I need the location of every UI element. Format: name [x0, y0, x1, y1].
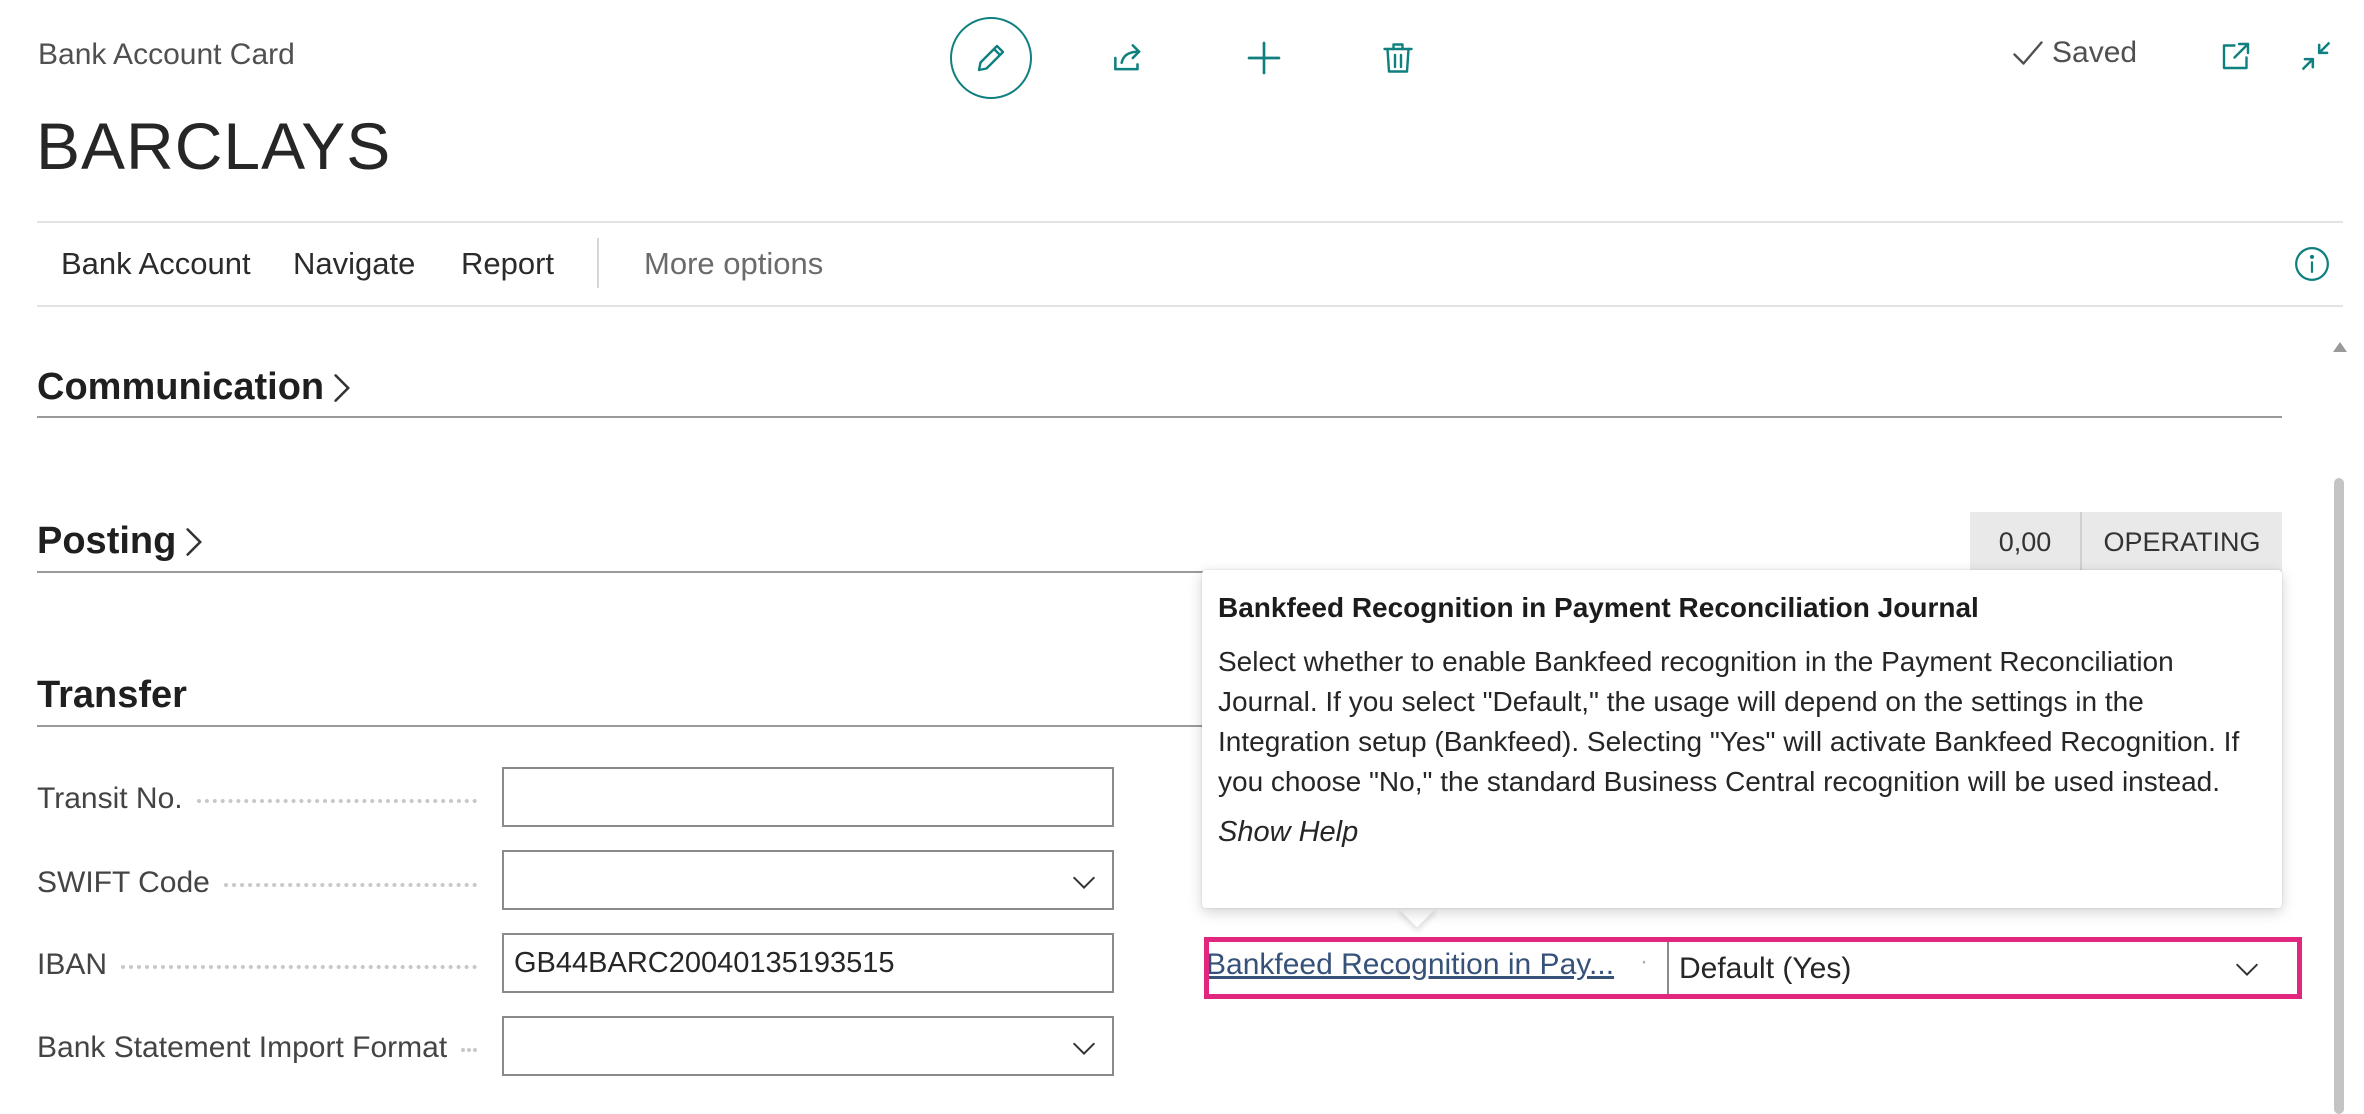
action-more-options[interactable]: More options	[644, 246, 823, 282]
tooltip-body: Select whether to enable Bankfeed recogn…	[1218, 646, 2240, 797]
chevron-right-icon	[334, 373, 351, 402]
transit-no-label: Transit No.	[37, 782, 477, 816]
field-help-tooltip: Bankfeed Recognition in Payment Reconcil…	[1202, 570, 2282, 908]
page-kind: Bank Account Card	[38, 38, 295, 71]
section-posting-divider	[37, 571, 1217, 573]
show-help-link[interactable]: Show Help	[1218, 816, 2266, 849]
action-separator	[597, 238, 599, 288]
plus-icon	[1247, 41, 1281, 75]
page-title: BARCLAYS	[36, 109, 392, 183]
section-communication-label: Communication	[37, 366, 325, 408]
bank-statement-import-format-select[interactable]	[502, 1016, 1114, 1076]
action-report[interactable]: Report	[461, 246, 554, 282]
saved-status: Saved	[2010, 36, 2137, 70]
share-button[interactable]	[1100, 30, 1156, 86]
tooltip-title: Bankfeed Recognition in Payment Reconcil…	[1218, 592, 1979, 623]
action-bank-account[interactable]: Bank Account	[61, 246, 251, 282]
checkmark-icon	[2013, 41, 2043, 65]
section-transfer-divider	[37, 725, 1217, 727]
swift-code-label: SWIFT Code	[37, 866, 477, 900]
share-icon	[1114, 44, 1141, 71]
trash-icon	[1383, 43, 1413, 73]
section-transfer[interactable]: Transfer	[37, 674, 187, 717]
section-posting[interactable]: Posting	[37, 520, 204, 563]
pencil-icon	[977, 44, 1005, 72]
chevron-down-icon	[1073, 876, 1095, 889]
iban-input[interactable]: GB44BARC20040135193515	[502, 933, 1114, 993]
add-button[interactable]	[1236, 30, 1292, 86]
chevron-right-icon	[186, 527, 203, 556]
saved-label: Saved	[2052, 36, 2138, 69]
action-bar-top-divider	[37, 221, 2343, 223]
info-icon	[2295, 247, 2329, 281]
iban-label: IBAN	[37, 948, 477, 982]
collapse-button[interactable]	[2290, 30, 2342, 82]
balance-badge: 0,00	[1970, 512, 2080, 572]
posting-group-badge: OPERATING	[2080, 512, 2282, 572]
section-communication-divider	[37, 416, 2282, 418]
posting-summary: 0,00 OPERATING	[1970, 512, 2282, 572]
delete-button[interactable]	[1370, 30, 1426, 86]
scrollbar-thumb[interactable]	[2334, 478, 2344, 1114]
highlight-frame	[1204, 937, 2302, 999]
swift-code-select[interactable]	[502, 850, 1114, 910]
chevron-down-icon	[1073, 1042, 1095, 1055]
open-in-new-window-icon	[2222, 42, 2250, 70]
open-in-new-window-button[interactable]	[2210, 30, 2262, 82]
section-transfer-label: Transfer	[37, 674, 187, 716]
section-posting-label: Posting	[37, 520, 177, 562]
info-button[interactable]	[2292, 244, 2332, 284]
action-bar-bottom-divider	[37, 305, 2343, 307]
collapse-icon	[2302, 42, 2330, 70]
bank-statement-import-format-label: Bank Statement Import Format	[37, 1031, 477, 1065]
section-communication[interactable]: Communication	[37, 366, 352, 409]
transit-no-input[interactable]	[502, 767, 1114, 827]
edit-button[interactable]	[950, 17, 1032, 99]
action-navigate[interactable]: Navigate	[293, 246, 415, 282]
scroll-up-arrow-icon[interactable]	[2330, 340, 2350, 354]
